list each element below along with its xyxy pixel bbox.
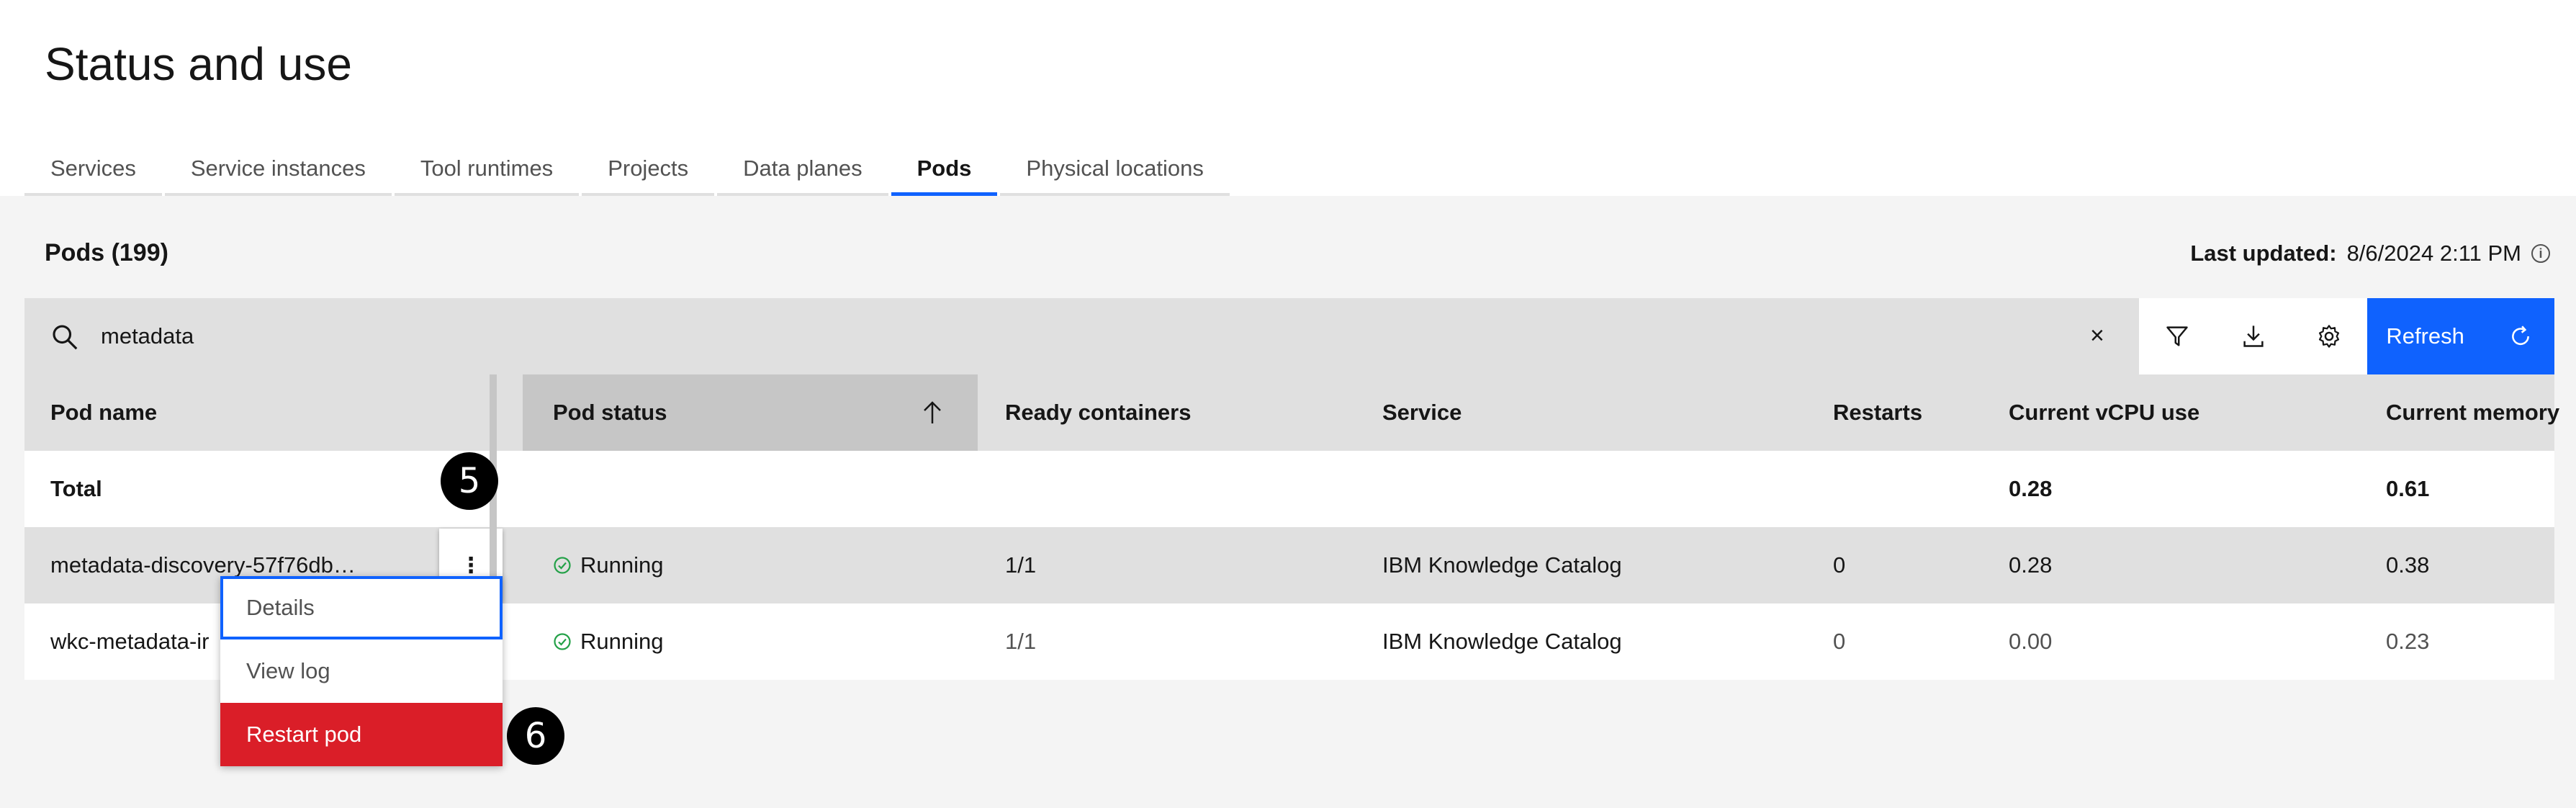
refresh-icon (2512, 326, 2529, 346)
search-bar: × (24, 298, 2139, 374)
vcpu-cell: 0.00 (2009, 629, 2053, 654)
table-toolbar: × Refresh (24, 298, 2554, 374)
settings-button[interactable] (2291, 298, 2368, 374)
column-header-restarts[interactable]: Restarts (1833, 374, 1922, 451)
restarts-cell: 0 (1833, 552, 1846, 578)
tab-physical-locations[interactable]: Physical locations (1000, 144, 1230, 196)
column-header-memory[interactable]: Current memory (2386, 374, 2559, 451)
tab-service-instances[interactable]: Service instances (164, 144, 392, 196)
menu-item-view-log[interactable]: View log (220, 639, 503, 703)
sort-ascending-icon[interactable] (922, 374, 943, 451)
row-overflow-menu: Details View log Restart pod (220, 576, 503, 766)
download-icon (2243, 326, 2264, 347)
column-header-ready-containers[interactable]: Ready containers (1005, 374, 1191, 451)
tab-projects[interactable]: Projects (582, 144, 715, 196)
clear-search-icon[interactable]: × (2081, 320, 2113, 351)
pod-name-cell: wkc-metadata-ir (50, 629, 210, 654)
tab-tool-runtimes[interactable]: Tool runtimes (394, 144, 580, 196)
ready-containers-cell: 1/1 (1005, 552, 1037, 578)
filter-button[interactable] (2138, 298, 2215, 374)
table-total-row: Total 0.28 0.61 (24, 451, 2554, 527)
pod-status-cell: Running (553, 527, 663, 603)
pod-status-text: Running (580, 552, 664, 578)
search-input[interactable] (101, 298, 2045, 374)
pod-status-text: Running (580, 629, 664, 654)
refresh-button-label: Refresh (2386, 323, 2464, 349)
ready-containers-cell: 1/1 (1005, 629, 1037, 654)
callout-badge-5: 5 (441, 452, 498, 510)
success-check-icon (554, 633, 571, 650)
success-check-icon (554, 557, 571, 574)
menu-item-restart-pod[interactable]: Restart pod (220, 703, 503, 766)
last-updated-value: 8/6/2024 2:11 PM (2346, 241, 2521, 266)
info-icon[interactable]: i (2531, 244, 2550, 263)
last-updated: Last updated: 8/6/2024 2:11 PM i (2190, 241, 2550, 266)
tab-data-planes[interactable]: Data planes (717, 144, 888, 196)
gear-icon (2319, 325, 2340, 348)
menu-item-details[interactable]: Details (220, 576, 503, 639)
total-label: Total (50, 476, 102, 501)
service-cell: IBM Knowledge Catalog (1382, 552, 1622, 578)
tab-services[interactable]: Services (24, 144, 162, 196)
search-icon (53, 325, 78, 350)
total-vcpu: 0.28 (2009, 476, 2053, 501)
tab-pods[interactable]: Pods (891, 144, 998, 196)
table-header-row: Pod name Pod status Ready containers Ser… (24, 374, 2559, 451)
restarts-cell: 0 (1833, 629, 1846, 654)
vcpu-cell: 0.28 (2009, 552, 2053, 578)
last-updated-label: Last updated: (2190, 241, 2337, 266)
service-cell: IBM Knowledge Catalog (1382, 629, 1622, 654)
pods-count-title: Pods (199) (45, 239, 168, 266)
tab-bar: Services Service instances Tool runtimes… (24, 144, 1233, 196)
callout-badge-6: 6 (507, 707, 564, 765)
refresh-button[interactable]: Refresh (2367, 298, 2554, 374)
memory-cell: 0.23 (2386, 629, 2430, 654)
download-button[interactable] (2215, 298, 2292, 374)
column-header-pod-status[interactable]: Pod status (553, 374, 667, 451)
column-header-pod-name[interactable]: Pod name (50, 374, 157, 451)
total-memory: 0.61 (2386, 476, 2430, 501)
memory-cell: 0.38 (2386, 552, 2430, 578)
page-title: Status and use (45, 38, 352, 90)
pod-status-cell: Running (553, 603, 663, 680)
column-header-service[interactable]: Service (1382, 374, 1462, 451)
column-header-vcpu[interactable]: Current vCPU use (2009, 374, 2199, 451)
filter-icon (2166, 326, 2188, 346)
